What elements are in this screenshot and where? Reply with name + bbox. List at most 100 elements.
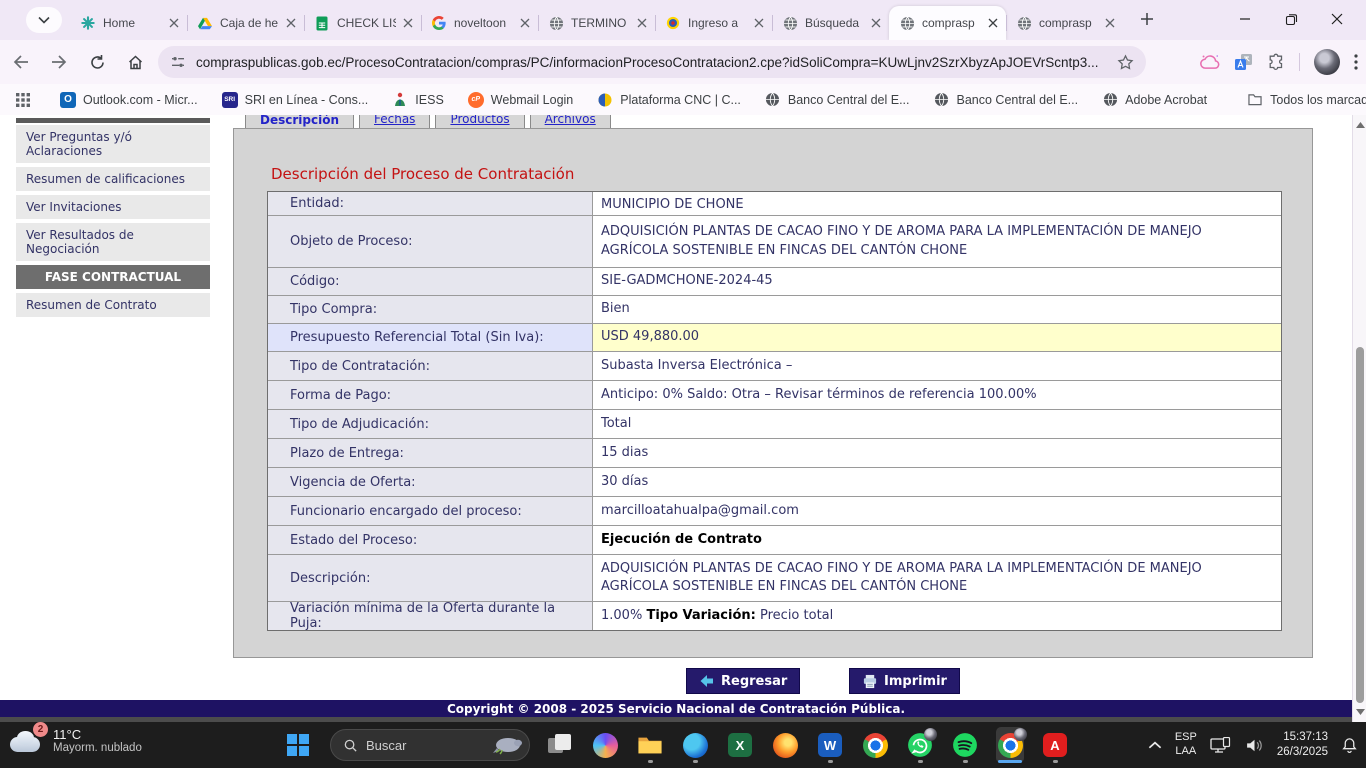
acrobat-button[interactable]: A bbox=[1041, 727, 1069, 763]
tab-close-icon[interactable] bbox=[988, 18, 998, 28]
scroll-up-icon[interactable] bbox=[1353, 118, 1366, 132]
chrome-button[interactable] bbox=[861, 727, 889, 763]
weather-widget[interactable]: 2 11°C Mayorm. nublado bbox=[10, 727, 142, 754]
excel-button[interactable]: X bbox=[726, 727, 754, 763]
browser-tab-comprasp-2[interactable]: comprasp bbox=[1006, 6, 1123, 40]
google-sheets-icon bbox=[314, 15, 330, 31]
browser-tab-noveltoon[interactable]: noveltoon bbox=[421, 6, 538, 40]
home-button[interactable] bbox=[118, 45, 152, 79]
table-row: Descripción:ADQUISICIÓN PLANTAS DE CACAO… bbox=[268, 555, 1281, 602]
word-button[interactable]: W bbox=[816, 727, 844, 763]
tab-close-icon[interactable] bbox=[403, 18, 413, 28]
tab-close-icon[interactable] bbox=[1105, 18, 1115, 28]
sidebar-item-invitaciones[interactable]: Ver Invitaciones bbox=[16, 195, 210, 219]
close-button[interactable] bbox=[1314, 0, 1360, 38]
table-row: Plazo de Entrega:15 dias bbox=[268, 439, 1281, 468]
browser-tab-ingreso[interactable]: Ingreso a bbox=[655, 6, 772, 40]
tab-close-icon[interactable] bbox=[871, 18, 881, 28]
browser-tab-comprasp-active[interactable]: comprasp bbox=[889, 6, 1006, 40]
date: 26/3/2025 bbox=[1277, 745, 1328, 760]
scroll-down-icon[interactable] bbox=[1353, 705, 1366, 719]
copilot-button[interactable] bbox=[591, 727, 619, 763]
vertical-scrollbar[interactable] bbox=[1352, 115, 1366, 722]
spotify-button[interactable] bbox=[951, 727, 979, 763]
browser-tab-home[interactable]: Home bbox=[70, 6, 187, 40]
tab-title: Búsqueda bbox=[805, 16, 864, 30]
site-info-icon[interactable] bbox=[170, 54, 186, 70]
tab-descripcion[interactable]: Descripción bbox=[245, 115, 354, 129]
page-title: Descripción del Proceso de Contratación bbox=[271, 165, 574, 183]
file-explorer-button[interactable] bbox=[636, 727, 664, 763]
browser-tab-checklist[interactable]: CHECK LIS bbox=[304, 6, 421, 40]
tab-close-icon[interactable] bbox=[637, 18, 647, 28]
weather-extension-icon[interactable] bbox=[1200, 54, 1220, 70]
bookmark-webmail[interactable]: cP Webmail Login bbox=[468, 92, 573, 108]
apps-grid-icon[interactable] bbox=[16, 93, 30, 107]
browser-menu-icon[interactable] bbox=[1354, 54, 1358, 70]
language-indicator[interactable]: ESP LAA bbox=[1175, 731, 1197, 759]
bookmark-banco-central-2[interactable]: Banco Central del E... bbox=[934, 92, 1079, 108]
outlook-icon: O bbox=[60, 92, 76, 108]
table-row: Funcionario encargado del proceso:marcil… bbox=[268, 497, 1281, 526]
sidebar-item-resumen-contrato[interactable]: Resumen de Contrato bbox=[16, 293, 210, 317]
tab-title: Home bbox=[103, 16, 162, 30]
browser-tab-caja[interactable]: Caja de he bbox=[187, 6, 304, 40]
back-button[interactable] bbox=[4, 45, 38, 79]
reload-button[interactable] bbox=[80, 45, 114, 79]
scrollbar-thumb[interactable] bbox=[1356, 347, 1364, 703]
profile-avatar[interactable] bbox=[1314, 49, 1340, 75]
chrome-active-button[interactable] bbox=[996, 727, 1024, 763]
regresar-button[interactable]: Regresar bbox=[686, 668, 800, 694]
browser-tab-termino[interactable]: TERMINO bbox=[538, 6, 655, 40]
whatsapp-button[interactable] bbox=[906, 727, 934, 763]
edge-button[interactable] bbox=[681, 727, 709, 763]
tab-close-icon[interactable] bbox=[286, 18, 296, 28]
tab-close-icon[interactable] bbox=[520, 18, 530, 28]
bookmark-iess[interactable]: IESS bbox=[392, 92, 444, 108]
address-bar[interactable]: compraspublicas.gob.ec/ProcesoContrataci… bbox=[158, 46, 1146, 78]
browser-toolbar: compraspublicas.gob.ec/ProcesoContrataci… bbox=[0, 40, 1366, 84]
table-row-highlighted: Presupuesto Referencial Total (Sin Iva):… bbox=[268, 324, 1281, 352]
translate-extension-icon[interactable] bbox=[1234, 53, 1253, 72]
volume-icon[interactable] bbox=[1245, 738, 1264, 753]
bookmark-adobe-acrobat[interactable]: Adobe Acrobat bbox=[1102, 92, 1207, 108]
sidebar-item-calificaciones[interactable]: Resumen de calificaciones bbox=[16, 167, 210, 191]
start-button[interactable] bbox=[287, 734, 309, 756]
browser-tab-strip: Home Caja de he CHECK LIS noveltoon TERM… bbox=[0, 0, 1366, 40]
tab-search-button[interactable] bbox=[26, 7, 62, 33]
tab-close-icon[interactable] bbox=[754, 18, 764, 28]
tab-productos[interactable]: Productos bbox=[435, 115, 524, 129]
table-row: Tipo de Contratación:Subasta Inversa Ele… bbox=[268, 352, 1281, 381]
bookmark-outlook[interactable]: O Outlook.com - Micr... bbox=[60, 92, 198, 108]
forward-button[interactable] bbox=[42, 45, 76, 79]
globe-icon bbox=[899, 15, 915, 31]
bookmark-label: Adobe Acrobat bbox=[1125, 93, 1207, 107]
cloud-icon: 2 bbox=[10, 728, 44, 754]
sidebar-item-negociacion[interactable]: Ver Resultados de Negociación bbox=[16, 223, 210, 261]
google-drive-icon bbox=[197, 15, 213, 31]
extensions-puzzle-icon[interactable] bbox=[1267, 53, 1285, 71]
tab-archivos[interactable]: Archivos bbox=[530, 115, 611, 129]
minimize-button[interactable] bbox=[1222, 0, 1268, 38]
clock[interactable]: 15:37:13 26/3/2025 bbox=[1277, 730, 1328, 760]
tab-close-icon[interactable] bbox=[169, 18, 179, 28]
notifications-bell-icon[interactable] bbox=[1341, 737, 1358, 754]
process-status-value: Ejecución de Contrato bbox=[601, 531, 762, 549]
bookmark-banco-central-1[interactable]: Banco Central del E... bbox=[765, 92, 910, 108]
tray-chevron-up-icon[interactable] bbox=[1148, 741, 1162, 750]
task-view-button[interactable] bbox=[546, 727, 574, 763]
new-tab-button[interactable] bbox=[1140, 12, 1154, 26]
network-icon[interactable] bbox=[1210, 737, 1232, 754]
table-row: Tipo de Adjudicación:Total bbox=[268, 410, 1281, 439]
firefox-button[interactable] bbox=[771, 727, 799, 763]
bookmark-sri[interactable]: SRI SRI en Línea - Cons... bbox=[222, 92, 369, 108]
browser-tab-busqueda[interactable]: Búsqueda bbox=[772, 6, 889, 40]
maximize-button[interactable] bbox=[1268, 0, 1314, 38]
imprimir-button[interactable]: Imprimir bbox=[849, 668, 960, 694]
sidebar-item-preguntas[interactable]: Ver Preguntas y/ó Aclaraciones bbox=[16, 125, 210, 163]
bookmark-plataforma-cnc[interactable]: Plataforma CNC | C... bbox=[597, 92, 741, 108]
bookmark-star-icon[interactable] bbox=[1117, 54, 1134, 71]
taskbar-search[interactable]: Buscar bbox=[330, 729, 530, 761]
tab-fechas[interactable]: Fechas bbox=[359, 115, 430, 129]
all-bookmarks-button[interactable]: Todos los marcadores bbox=[1247, 92, 1366, 108]
